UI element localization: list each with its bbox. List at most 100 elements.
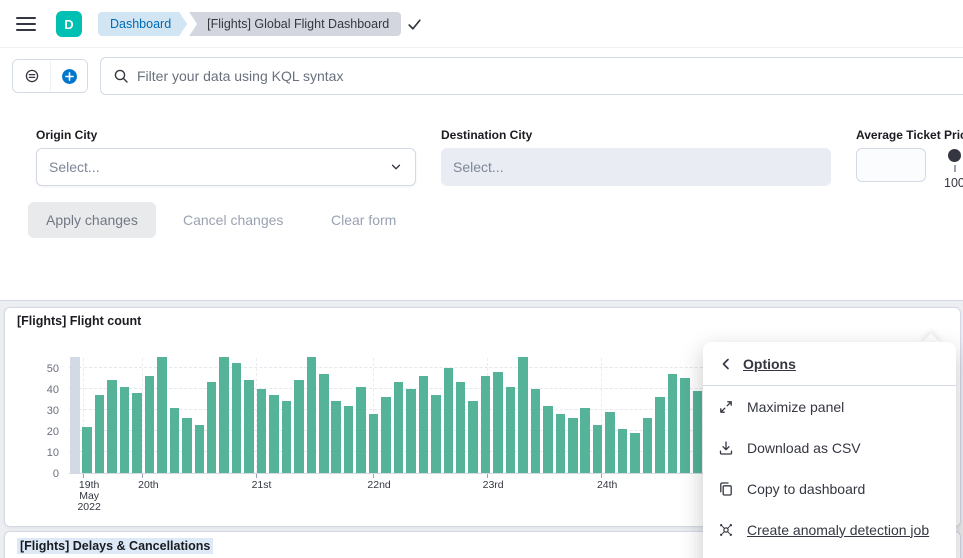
menu-item-download-csv[interactable]: Download as CSV (703, 427, 956, 468)
flight-count-bar[interactable] (506, 387, 516, 473)
flight-count-bar[interactable] (580, 408, 590, 473)
y-axis-tick-label: 10 (5, 447, 59, 459)
flight-count-bar[interactable] (244, 380, 254, 473)
flight-count-bar[interactable] (282, 401, 292, 473)
y-axis-tick-label: 0 (5, 468, 59, 480)
flight-count-bar[interactable] (219, 357, 229, 473)
flight-count-bar[interactable] (630, 433, 640, 473)
download-icon (718, 440, 734, 456)
breadcrumb: Dashboard [Flights] Global Flight Dashbo… (98, 12, 401, 36)
destination-city-label: Destination City (441, 128, 532, 142)
flight-count-bar[interactable] (668, 374, 678, 473)
flight-count-bar[interactable] (381, 397, 391, 473)
destination-city-placeholder: Select... (453, 159, 504, 175)
origin-city-select[interactable]: Select... (36, 148, 416, 186)
flight-count-bar[interactable] (680, 378, 690, 473)
options-back-button[interactable]: Options (703, 342, 956, 386)
flight-count-bar[interactable] (518, 357, 528, 473)
copy-icon (718, 481, 734, 497)
flight-count-bar[interactable] (232, 363, 242, 473)
controls-button-group (12, 59, 88, 93)
flight-count-bar[interactable] (693, 391, 703, 473)
breadcrumb-current-dashboard[interactable]: [Flights] Global Flight Dashboard (189, 12, 401, 36)
confirm-button[interactable] (406, 15, 426, 33)
menu-item-create-anomaly-job[interactable]: Create anomaly detection job (703, 509, 956, 550)
flight-count-bar[interactable] (82, 427, 92, 473)
flight-count-bar[interactable] (107, 380, 117, 473)
flight-count-bar[interactable] (95, 395, 105, 473)
y-axis-tick-label: 20 (5, 426, 59, 438)
control-settings-button[interactable] (13, 60, 50, 92)
flight-count-bar[interactable] (70, 357, 80, 473)
flight-count-bar[interactable] (269, 395, 279, 473)
app-header: D Dashboard [Flights] Global Flight Dash… (0, 0, 963, 48)
flight-count-bar[interactable] (369, 414, 379, 473)
x-axis-tick (142, 474, 143, 478)
apply-changes-button[interactable]: Apply changes (28, 202, 156, 238)
x-axis-tick-label: 21st (252, 480, 272, 491)
add-control-button[interactable] (50, 60, 87, 92)
flight-count-bar[interactable] (294, 380, 304, 473)
menu-toggle-button[interactable] (16, 13, 38, 35)
flight-count-panel-title[interactable]: [Flights] Flight count (17, 314, 141, 328)
flight-count-bar[interactable] (157, 357, 167, 473)
flight-count-bar[interactable] (431, 395, 441, 473)
flight-count-bar[interactable] (618, 429, 628, 473)
x-gridline (142, 358, 143, 473)
flight-count-bar[interactable] (132, 393, 142, 473)
cancel-changes-button[interactable]: Cancel changes (183, 202, 283, 238)
flight-count-bar[interactable] (319, 374, 329, 473)
maximize-icon (718, 399, 734, 415)
flight-count-bar[interactable] (556, 414, 566, 473)
flight-count-bar[interactable] (643, 418, 653, 473)
flight-count-bar[interactable] (468, 401, 478, 473)
flight-count-bar[interactable] (356, 387, 366, 473)
destination-city-select[interactable]: Select... (441, 148, 831, 186)
menu-item-maximize-panel[interactable]: Maximize panel (703, 386, 956, 427)
y-axis-tick-label: 50 (5, 363, 59, 375)
ticket-price-min-input[interactable] (856, 148, 926, 182)
flight-count-bar[interactable] (444, 368, 454, 473)
delays-panel-title[interactable]: [Flights] Delays & Cancellations (17, 538, 213, 554)
flight-count-bar[interactable] (145, 376, 155, 473)
x-axis-tick (373, 474, 374, 478)
flight-count-bar[interactable] (406, 389, 416, 473)
flight-count-bar[interactable] (170, 408, 180, 473)
ticket-price-label: Average Ticket Price (856, 128, 963, 142)
price-slider-tick (954, 165, 956, 172)
flight-count-bar[interactable] (195, 425, 205, 474)
flight-count-bar[interactable] (568, 418, 578, 473)
x-axis-tick-label: 23rd (483, 480, 504, 491)
kql-search-bar (100, 57, 963, 95)
flight-count-bar[interactable] (456, 382, 466, 473)
deployment-logo[interactable]: D (56, 11, 82, 37)
flight-count-bar[interactable] (531, 389, 541, 473)
flight-count-bar[interactable] (593, 425, 603, 474)
flight-count-bar[interactable] (655, 397, 665, 473)
flight-count-bar[interactable] (120, 387, 130, 473)
flight-count-bar[interactable] (344, 406, 354, 473)
flight-count-bar[interactable] (481, 376, 491, 473)
flight-count-bar[interactable] (543, 406, 553, 473)
clear-form-button[interactable]: Clear form (331, 202, 396, 238)
kql-query-input[interactable] (137, 68, 957, 84)
ml-icon (718, 522, 734, 538)
flight-count-bar[interactable] (394, 382, 404, 473)
flight-count-bar[interactable] (257, 389, 267, 473)
flight-count-bar[interactable] (493, 372, 503, 473)
flight-count-bar[interactable] (605, 412, 615, 473)
x-axis-tick-label: 24th (597, 480, 617, 491)
breadcrumb-dashboard[interactable]: Dashboard (98, 12, 187, 36)
flight-count-bar[interactable] (331, 401, 341, 473)
options-menu-title: Options (743, 356, 796, 372)
y-axis-tick-label: 30 (5, 405, 59, 417)
flight-count-bar[interactable] (307, 357, 317, 473)
panel-options-menu: Options Maximize panel Download as CSV C… (703, 342, 956, 558)
flight-count-bar[interactable] (207, 382, 217, 473)
flight-count-bar[interactable] (182, 418, 192, 473)
x-axis-tick (601, 474, 602, 478)
price-slider-handle[interactable] (948, 149, 961, 162)
menu-item-copy-to-dashboard[interactable]: Copy to dashboard (703, 468, 956, 509)
search-icon (113, 68, 129, 84)
flight-count-bar[interactable] (419, 376, 429, 473)
